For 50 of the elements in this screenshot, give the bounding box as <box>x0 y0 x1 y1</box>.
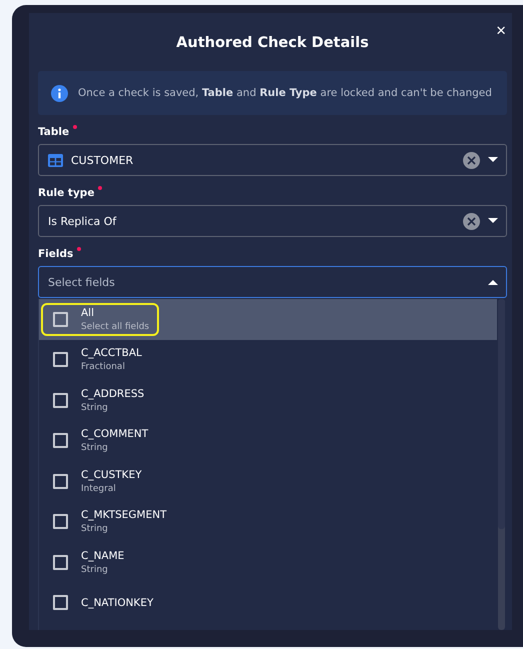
option-row[interactable]: C_ADDRESS String <box>39 380 497 420</box>
option-type: Select all fields <box>81 322 150 332</box>
dialog-title: Authored Check Details <box>176 35 369 51</box>
option-name: C_MKTSEGMENT <box>81 509 167 522</box>
option-name: C_ACCTBAL <box>81 347 142 360</box>
option-name: C_NATIONKEY <box>81 596 154 609</box>
scrollbar[interactable] <box>498 299 505 630</box>
x-icon <box>467 216 476 226</box>
option-name: C_ADDRESS <box>81 388 144 400</box>
field-label: Rule type <box>38 187 507 199</box>
option-type: String <box>81 564 109 575</box>
checkbox[interactable] <box>53 595 68 610</box>
caret-icon[interactable] <box>488 157 498 163</box>
option-row[interactable]: C_MKTSEGMENT String <box>39 502 497 542</box>
table-icon <box>48 154 63 166</box>
clear-button[interactable] <box>463 212 480 230</box>
option-type: Fractional <box>81 362 126 372</box>
option-name: C_CUSTKEY <box>81 468 142 481</box>
info-icon <box>51 84 68 102</box>
option-type: Integral <box>81 484 117 494</box>
field-label: Fields <box>38 248 507 260</box>
checkbox[interactable] <box>53 392 68 408</box>
option-row[interactable]: C_CUSTKEY Integral <box>39 461 497 502</box>
fields-select[interactable]: Select fields <box>38 266 507 298</box>
table-select[interactable]: CUSTOMER <box>38 144 507 176</box>
option-name: All <box>81 306 96 319</box>
checkbox[interactable] <box>53 352 68 368</box>
option-type: String <box>81 443 109 454</box>
field-label: Table <box>38 126 507 138</box>
info-text: Once a check is saved, Table and Rule Type are locked and can't be changed <box>78 87 492 99</box>
option-type: String <box>81 524 109 534</box>
rule-type-select[interactable]: Is Replica Of <box>38 205 507 237</box>
option-row[interactable]: C_COMMENT String <box>39 420 497 461</box>
checkbox[interactable] <box>53 433 68 448</box>
close-button[interactable]: × <box>493 22 509 39</box>
option-row[interactable]: C_ACCTBAL Fractional <box>39 340 497 380</box>
option-row[interactable]: C_NATIONKEY <box>39 582 497 623</box>
option-row[interactable]: C_NAME String <box>39 542 497 582</box>
caret-icon[interactable] <box>488 279 498 285</box>
checkbox[interactable] <box>53 514 68 530</box>
option-type: String <box>81 402 109 413</box>
checkbox[interactable] <box>53 474 68 489</box>
x-icon <box>467 156 476 164</box>
caret-icon[interactable] <box>488 218 498 224</box>
checkbox[interactable] <box>53 312 68 327</box>
option-row[interactable]: All Select all fields <box>39 299 497 340</box>
clear-button[interactable] <box>463 152 480 168</box>
option-name: C_COMMENT <box>81 428 148 440</box>
checkbox[interactable] <box>53 554 68 570</box>
option-name: C_NAME <box>81 550 124 562</box>
